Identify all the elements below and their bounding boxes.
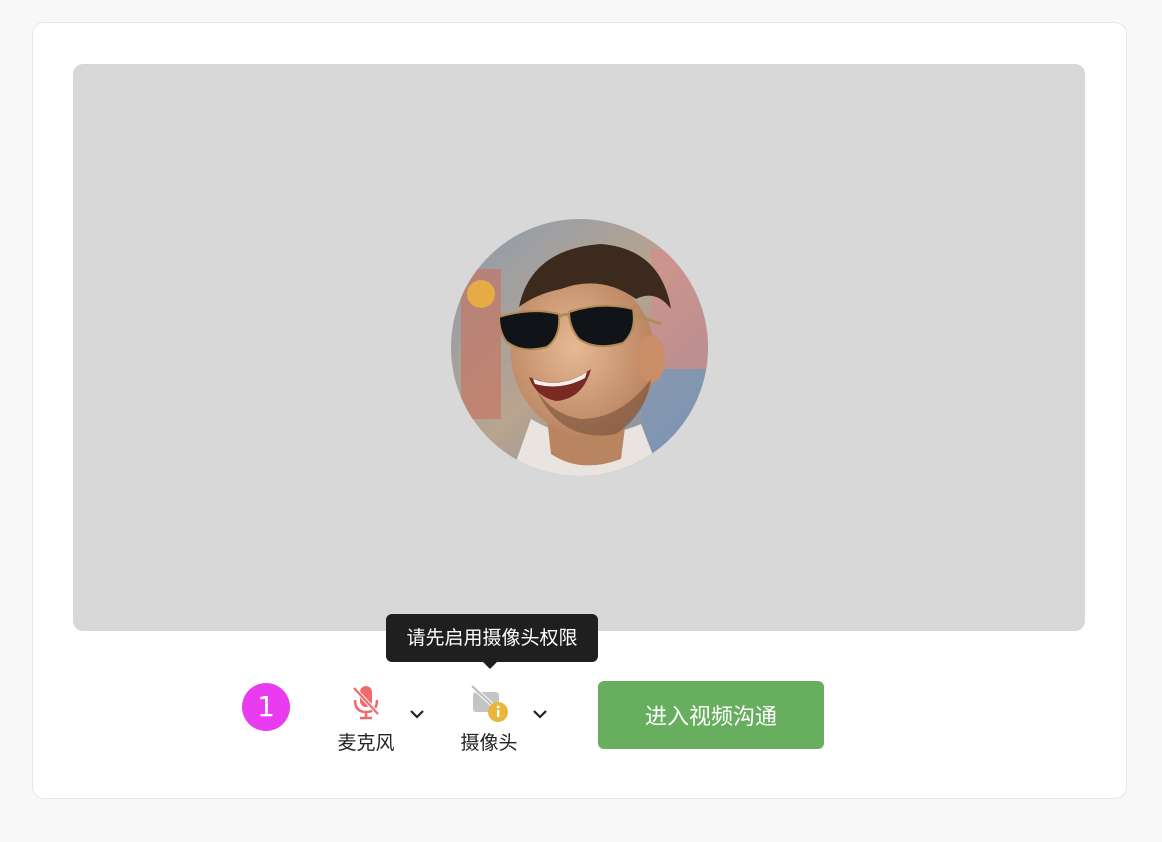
mic-off-icon [346,682,386,722]
avatar-photo [451,219,708,476]
camera-toggle[interactable]: 摄像头 [457,682,521,755]
enter-video-call-button[interactable]: 进入视频沟通 [598,681,824,749]
step-badge: 1 [242,683,290,731]
user-avatar [451,219,708,476]
microphone-options-chevron-icon[interactable] [407,704,427,724]
camera-options-chevron-icon[interactable] [530,704,550,724]
microphone-label: 麦克风 [337,732,395,754]
tooltip-arrow [481,660,499,669]
camera-off-icon [469,682,509,722]
camera-permission-tooltip: 请先启用摄像头权限 [386,614,598,662]
microphone-toggle[interactable]: 麦克风 [334,682,398,755]
camera-label: 摄像头 [460,732,518,754]
